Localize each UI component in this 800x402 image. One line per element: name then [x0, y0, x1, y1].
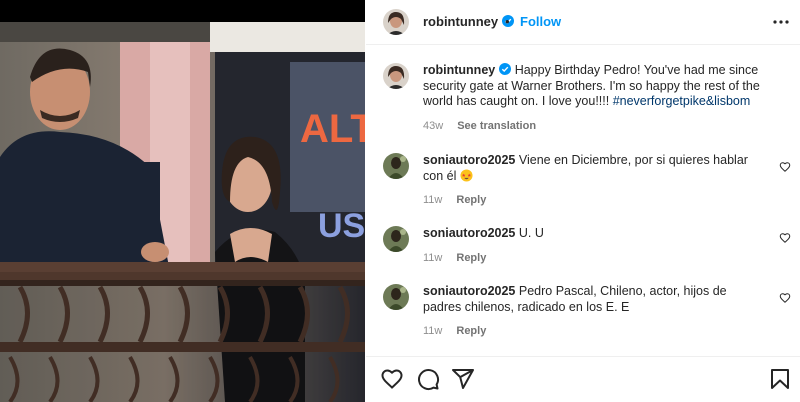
heart-icon[interactable] [779, 161, 791, 173]
comment-username[interactable]: soniautoro2025 [423, 284, 515, 298]
caption-timestamp[interactable]: 43w [423, 120, 443, 132]
comment-icon[interactable] [416, 367, 440, 391]
avatar[interactable] [383, 284, 409, 310]
comment-timestamp[interactable]: 11w [423, 325, 442, 337]
bookmark-icon[interactable] [768, 367, 792, 391]
commenter-picture-icon [383, 153, 409, 179]
username-text[interactable]: robintunney [423, 14, 498, 29]
instagram-post-modal: ALT UST [0, 0, 800, 402]
avatar[interactable] [383, 63, 409, 89]
comment-username[interactable]: soniautoro2025 [423, 153, 515, 167]
comment-meta: 11w Reply [423, 324, 763, 340]
comment-username[interactable]: soniautoro2025 [423, 226, 515, 240]
post-action-bar [366, 356, 800, 402]
heart-icon[interactable] [779, 292, 791, 304]
svg-text:UST: UST [318, 207, 365, 245]
send-icon[interactable] [451, 367, 475, 391]
reply-button[interactable]: Reply [456, 194, 486, 206]
comment-meta: 11w Reply [423, 193, 763, 209]
post-photo-image: ALT UST [0, 22, 365, 402]
comment-meta: 11w Reply [423, 251, 763, 267]
svg-text:ALT: ALT [300, 107, 365, 151]
post-header: robintunney • Follow [366, 0, 800, 45]
comment-body: soniautoro2025 U. U 11w Reply [423, 226, 763, 266]
verified-badge-icon [499, 63, 512, 75]
comment-body: soniautoro2025 Viene en Diciembre, por s… [423, 153, 763, 209]
avatar[interactable] [383, 226, 409, 252]
see-translation-button[interactable]: See translation [457, 120, 536, 132]
commenter-picture-icon [383, 284, 409, 310]
caption-username[interactable]: robintunney [423, 63, 495, 77]
post-details-panel: robintunney • Follow robintunney Happy B… [366, 0, 800, 402]
commenter-picture-icon [383, 226, 409, 252]
post-author-username[interactable]: robintunney [423, 14, 515, 29]
comment-body: soniautoro2025 Pedro Pascal, Chileno, ac… [423, 284, 763, 340]
caption-meta: 43w See translation [423, 119, 783, 135]
profile-picture-icon [383, 9, 409, 35]
post-photo[interactable]: ALT UST [0, 22, 365, 402]
avatar[interactable] [383, 153, 409, 179]
comment-text: U. U [518, 226, 544, 240]
heart-icon[interactable] [380, 367, 404, 391]
reply-button[interactable]: Reply [456, 325, 486, 337]
heart-icon[interactable] [779, 232, 791, 244]
caption-hashtag[interactable]: #neverforgetpike&lisbom [613, 94, 751, 108]
profile-picture-icon [383, 63, 409, 89]
more-options-icon[interactable] [772, 13, 790, 31]
separator-dot: • [505, 14, 510, 29]
caption-body: robintunney Happy Birthday Pedro! You've… [423, 63, 783, 134]
star-struck-emoji-icon [460, 168, 473, 182]
reply-button[interactable]: Reply [456, 252, 486, 264]
comment-timestamp[interactable]: 11w [423, 194, 442, 206]
comment-timestamp[interactable]: 11w [423, 252, 442, 264]
comments-list[interactable]: robintunney Happy Birthday Pedro! You've… [366, 46, 800, 356]
follow-button[interactable]: Follow [520, 14, 561, 29]
avatar[interactable] [383, 9, 409, 35]
